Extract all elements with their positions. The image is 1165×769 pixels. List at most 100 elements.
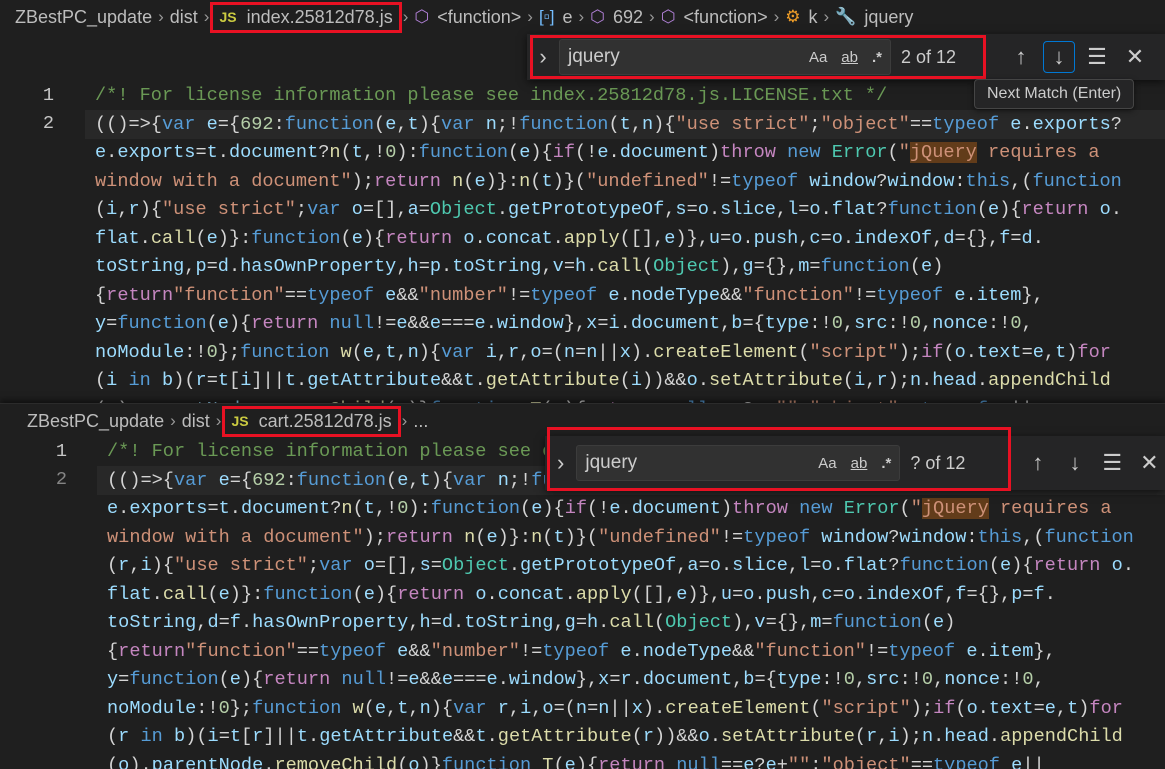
code-token: f bbox=[999, 227, 1011, 249]
code-token: noModule bbox=[95, 341, 185, 363]
breadcrumb-item[interactable]: 🔧 jquery bbox=[835, 7, 913, 28]
breadcrumb-item[interactable]: ⬡ <function> bbox=[414, 7, 521, 28]
code-token: "script" bbox=[821, 697, 911, 719]
code-token: e bbox=[397, 640, 409, 662]
breadcrumb-item[interactable]: dist bbox=[182, 411, 210, 432]
code-token: item bbox=[976, 284, 1022, 306]
code-token: = bbox=[218, 612, 230, 633]
breadcrumb-separator-icon: › bbox=[158, 7, 164, 26]
code-token: , bbox=[944, 583, 956, 605]
breadcrumb-item[interactable]: ZBestPC_update bbox=[27, 411, 164, 432]
code-token: h bbox=[574, 256, 587, 277]
code-token: }; bbox=[217, 341, 241, 363]
find-input-value[interactable]: jquery bbox=[568, 46, 795, 68]
previous-match-arrow-up-icon[interactable]: ↑ bbox=[1022, 447, 1053, 479]
code-token: typeof bbox=[530, 284, 598, 306]
cube-icon: ⬡ bbox=[414, 7, 430, 26]
code-token: =[], bbox=[374, 555, 420, 576]
code-token: ? bbox=[318, 142, 330, 163]
close-icon[interactable]: ✕ bbox=[1119, 41, 1151, 73]
code-token: ) bbox=[708, 142, 721, 163]
code-token: e bbox=[217, 313, 229, 334]
code-token: "undefined" bbox=[586, 170, 709, 192]
code-token: === bbox=[441, 313, 475, 334]
breadcrumb-item[interactable]: JS index.25812d78.js bbox=[210, 1, 402, 33]
code-token: return bbox=[1021, 199, 1089, 220]
code-token: ,! bbox=[362, 142, 386, 163]
code-token: o bbox=[821, 555, 833, 576]
code-token: e bbox=[1010, 113, 1022, 135]
find-input[interactable]: jquery Aa ab .* bbox=[576, 445, 901, 481]
code-token: }, bbox=[1033, 640, 1056, 662]
code-token: n bbox=[531, 526, 543, 548]
code-token: l bbox=[787, 199, 799, 220]
breadcrumb-item[interactable]: [▫] e bbox=[539, 7, 573, 28]
code-token: e bbox=[954, 284, 966, 306]
code-token: t bbox=[541, 170, 553, 192]
code-line: e.exports=t.document?n(t,!0):function(e)… bbox=[107, 495, 1112, 524]
next-match-arrow-down-icon[interactable]: ↓ bbox=[1043, 41, 1075, 73]
match-whole-word-icon[interactable]: ab bbox=[841, 49, 858, 66]
find-in-selection-icon[interactable]: ☰ bbox=[1097, 447, 1128, 479]
code-token: v bbox=[552, 256, 564, 277]
breadcrumb-item[interactable]: ⚙ k bbox=[785, 7, 817, 28]
code-token: setAttribute bbox=[709, 370, 843, 391]
code-token: === bbox=[453, 669, 487, 690]
toggle-replace-chevron-icon[interactable]: › bbox=[531, 41, 555, 73]
code-token: n bbox=[497, 469, 509, 491]
code-token: i bbox=[140, 555, 152, 576]
breadcrumb-item[interactable]: ⬡ 692 bbox=[590, 7, 643, 28]
code-token: null bbox=[329, 313, 375, 334]
code-token: ( bbox=[653, 612, 666, 633]
code-token: ); bbox=[910, 697, 934, 719]
code-token: f bbox=[955, 583, 967, 605]
code-token: ))&& bbox=[642, 370, 687, 391]
find-input[interactable]: jquery Aa ab .* bbox=[559, 39, 891, 75]
code-token: = bbox=[206, 370, 218, 391]
find-input-value[interactable]: jquery bbox=[585, 452, 804, 474]
code-token: in bbox=[140, 726, 163, 747]
match-case-icon[interactable]: Aa bbox=[809, 49, 827, 66]
code-token: t bbox=[284, 370, 297, 391]
code-token: =( bbox=[541, 341, 564, 363]
breadcrumb-item[interactable]: ZBestPC_update bbox=[15, 7, 152, 28]
code-token: setAttribute bbox=[721, 726, 855, 747]
code-token: . bbox=[308, 726, 320, 747]
previous-match-arrow-up-icon[interactable]: ↑ bbox=[1005, 41, 1037, 73]
code-token: , bbox=[1033, 669, 1045, 690]
code-token: ){ bbox=[542, 498, 565, 519]
code-token: ( bbox=[943, 341, 955, 363]
code-token: . bbox=[1110, 199, 1122, 220]
code-token: , bbox=[1043, 341, 1056, 363]
code-token: typeof bbox=[743, 526, 811, 548]
code-token: e bbox=[374, 697, 387, 719]
use-regex-icon[interactable]: .* bbox=[881, 455, 891, 472]
next-match-arrow-down-icon[interactable]: ↓ bbox=[1059, 447, 1090, 479]
breadcrumb-item[interactable]: JS cart.25812d78.js bbox=[222, 405, 401, 437]
match-case-icon[interactable]: Aa bbox=[818, 455, 836, 472]
code-token: 0 bbox=[385, 142, 397, 163]
find-in-selection-icon[interactable]: ☰ bbox=[1081, 41, 1113, 73]
code-token: = bbox=[106, 313, 118, 334]
code-token: t bbox=[1067, 697, 1079, 719]
breadcrumb-item[interactable]: ... bbox=[413, 411, 428, 432]
code-token: ( bbox=[631, 726, 643, 747]
code-token: document bbox=[631, 498, 721, 519]
toggle-replace-chevron-icon[interactable]: › bbox=[549, 447, 572, 479]
close-icon[interactable]: ✕ bbox=[1134, 447, 1165, 479]
code-token: ){ bbox=[575, 754, 599, 769]
breadcrumb-item[interactable]: dist bbox=[170, 7, 198, 28]
code-token: . bbox=[965, 284, 977, 306]
breadcrumb-item[interactable]: ⬡ <function> bbox=[661, 7, 768, 28]
code-token: o bbox=[698, 726, 710, 747]
code-token: g bbox=[564, 612, 576, 633]
code-token: . bbox=[486, 583, 498, 605]
code-token: )( bbox=[185, 726, 208, 747]
match-whole-word-icon[interactable]: ab bbox=[851, 455, 868, 472]
code-token: = bbox=[195, 142, 207, 163]
code-token: = bbox=[1010, 227, 1022, 249]
use-regex-icon[interactable]: .* bbox=[872, 49, 882, 66]
code-token: a bbox=[407, 199, 419, 220]
